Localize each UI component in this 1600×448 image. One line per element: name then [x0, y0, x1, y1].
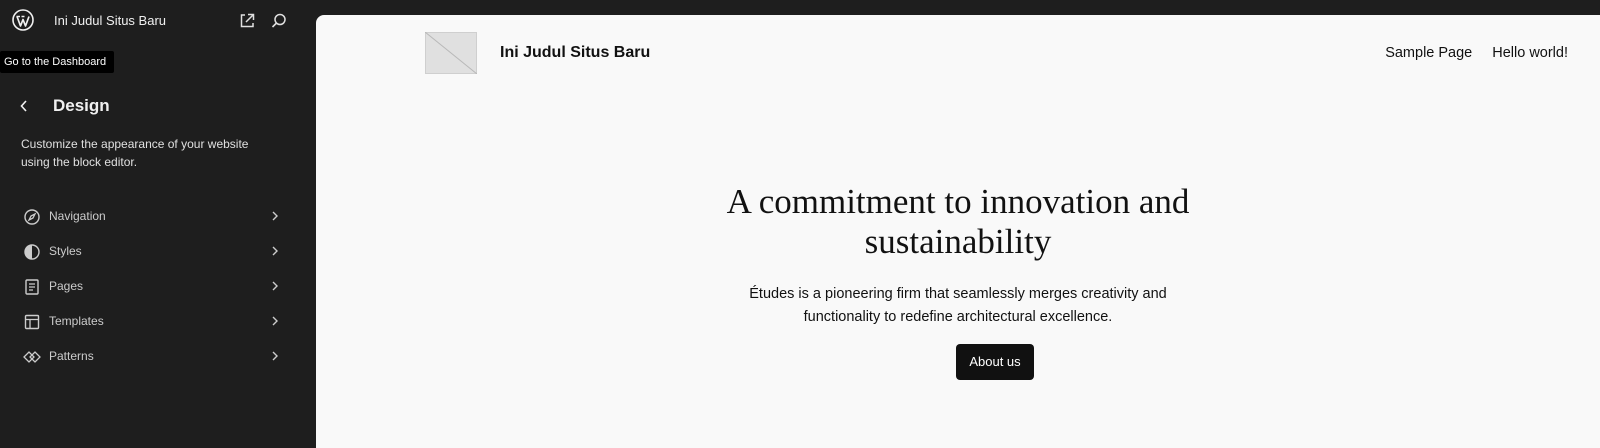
preview-site-title[interactable]: Ini Judul Situs Baru: [500, 44, 650, 62]
menu-item-label: Navigation: [49, 209, 106, 223]
sidebar-topbar: Ini Judul Situs Baru: [0, 0, 316, 42]
chevron-right-icon: [268, 314, 282, 328]
wordpress-logo-icon[interactable]: [12, 9, 34, 31]
panel-title: Design: [53, 96, 110, 115]
about-us-button[interactable]: About us: [956, 344, 1034, 380]
panel-description: Customize the appearance of your website…: [21, 137, 249, 169]
menu-item-label: Pages: [49, 279, 84, 293]
menu-item-label: Templates: [49, 314, 104, 328]
menu-item-templates[interactable]: Templates: [0, 305, 316, 340]
menu-item-pages[interactable]: Pages: [0, 270, 316, 305]
styles-icon: [22, 242, 42, 262]
menu-item-navigation[interactable]: Navigation: [0, 200, 316, 235]
navigation-icon: [22, 207, 42, 227]
design-header: Design: [0, 92, 316, 122]
hero-paragraph: Études is a pioneering firm that seamles…: [316, 283, 1600, 328]
sidebar: Ini Judul Situs Baru Go to the Dashboard: [0, 0, 316, 448]
hero-paragraph-line: functionality to redefine architectural …: [803, 308, 1113, 325]
pages-icon: [22, 277, 42, 297]
chevron-right-icon: [268, 349, 282, 363]
preview-navigation: Sample Page Hello world!: [1385, 45, 1568, 61]
site-logo-placeholder[interactable]: [424, 31, 478, 75]
search-icon[interactable]: [270, 12, 288, 30]
menu-item-styles[interactable]: Styles: [0, 235, 316, 270]
site-preview[interactable]: Ini Judul Situs Baru Sample Page Hello w…: [316, 15, 1600, 448]
nav-link-hello-world[interactable]: Hello world!: [1492, 45, 1568, 61]
menu-item-label: Patterns: [49, 349, 94, 363]
patterns-icon: [22, 347, 42, 367]
templates-icon: [22, 312, 42, 332]
hero-heading-line: A commitment to innovation and: [726, 182, 1190, 221]
hero-paragraph-line: Études is a pioneering firm that seamles…: [749, 286, 1167, 302]
nav-link-sample-page[interactable]: Sample Page: [1385, 45, 1472, 61]
site-editor: Ini Judul Situs Baru Go to the Dashboard: [0, 0, 1600, 448]
design-menu: Navigation Styles Pages Templates Patter…: [0, 200, 316, 375]
hero-heading: A commitment to innovation and sustainab…: [316, 182, 1600, 262]
menu-item-label: Styles: [49, 244, 82, 258]
site-title[interactable]: Ini Judul Situs Baru: [54, 13, 166, 28]
menu-item-patterns[interactable]: Patterns: [0, 340, 316, 375]
hero-heading-line: sustainability: [864, 222, 1052, 261]
dashboard-tooltip: Go to the Dashboard: [0, 51, 115, 73]
chevron-right-icon: [268, 244, 282, 258]
chevron-right-icon: [268, 209, 282, 223]
back-chevron-icon[interactable]: [14, 96, 34, 116]
chevron-right-icon: [268, 279, 282, 293]
external-link-icon[interactable]: [238, 12, 256, 30]
